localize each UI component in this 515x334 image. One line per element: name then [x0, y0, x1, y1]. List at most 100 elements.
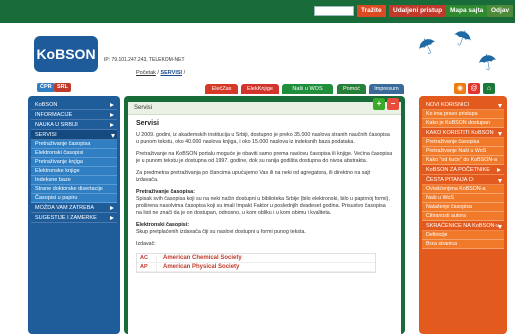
sidebar-subitem[interactable]: Časopisi u papiru [31, 194, 117, 203]
right-subitem[interactable]: Brza stranica [422, 240, 504, 249]
right-group-kako-koristiti[interactable]: KAKO KORISTITI KoBSON [422, 128, 504, 138]
publishers-table: AC American Chemical Society AP American… [136, 253, 376, 273]
right-subitem[interactable]: Pretraživanje časopisa [422, 138, 504, 147]
chevron-right-icon [110, 216, 114, 220]
sidebar-item-servisi[interactable]: SERVISI [31, 130, 117, 140]
right-group-label: ČESTA PITANJA O: [426, 177, 475, 183]
right-subitem[interactable]: Pretraživanje Naši u WoS [422, 147, 504, 156]
publisher-link[interactable]: American Chemical Society [157, 255, 242, 262]
tab-elec-journals[interactable]: ElečZas [205, 84, 238, 94]
mail-icon[interactable]: @ [468, 83, 480, 94]
table-row[interactable]: AC American Chemical Society [137, 254, 375, 263]
tab-nasi-u-wos[interactable]: Naši u WOS [282, 84, 333, 94]
right-subitem[interactable]: Naši u WoS [422, 194, 504, 203]
search-button[interactable]: Tražite [357, 5, 386, 17]
expand-button[interactable]: + [373, 98, 385, 110]
sidebar-item-label: INFORMACIJE [35, 112, 73, 118]
publisher-code: AC [137, 254, 157, 262]
sidebar-item-nauka[interactable]: NAUKA U SRBIJI [31, 120, 117, 130]
umbrella-icon: ☂ [475, 48, 500, 77]
table-row[interactable]: AP American Physical Society [137, 263, 375, 272]
sidebar-item-label: KoBSON [35, 102, 58, 108]
sidebar-subitem[interactable]: Elektronski časopisi [31, 149, 117, 158]
section-ejournals: Elektronski časopisi: Skup pretplaćenih i… [136, 222, 393, 236]
right-subitem[interactable]: Ko ima pravo pristupa [422, 110, 504, 119]
sidebar-item-label: SERVISI [35, 132, 57, 138]
breadcrumb: Početak / SERVISI / [136, 70, 185, 76]
sidebar-item-kobson[interactable]: KoBSON [31, 100, 117, 110]
site-map-button[interactable]: Mapa sajta [446, 5, 488, 17]
search-input[interactable] [314, 6, 354, 16]
sidebar-item-label: MOŽDA VAM ZATREBA [35, 205, 95, 211]
logout-button[interactable]: Odjav [487, 5, 514, 17]
breadcrumb-home[interactable]: Početak [136, 70, 156, 76]
chevron-right-icon [110, 113, 114, 117]
publisher-code: AP [137, 263, 157, 271]
paragraph: Pretraživanje na KoBSON portalu moguće j… [136, 151, 393, 164]
tab-impresum[interactable]: Impresum [369, 84, 404, 94]
chevron-down-icon [111, 134, 115, 138]
section-title: Pretraživanje časopisa: [136, 189, 195, 195]
right-subitem[interactable]: Kako je KoBSON dostupan [422, 119, 504, 128]
right-group-cesta-pitanja[interactable]: ČESTA PITANJA O: [422, 175, 504, 185]
panel-title: Servisi [134, 105, 153, 111]
page-title: Servisi [136, 120, 159, 127]
sidebar-subitem[interactable]: Pretraživanje knjiga [31, 158, 117, 167]
sidebar-item-mozda-vam-zatreba[interactable]: MOŽDA VAM ZATREBA [31, 203, 117, 213]
sidebar-subitem[interactable]: Elektronske knjige [31, 167, 117, 176]
publishers-label: Izdavač: [136, 241, 156, 247]
sidebar-item-informacije[interactable]: INFORMACIJE [31, 110, 117, 120]
right-group-skracenice[interactable]: SKRAĆENICE NA KoBSON-u [422, 221, 504, 231]
breadcrumb-current[interactable]: SERVISI [160, 70, 182, 76]
ip-address-text: IP: 79.101.247.243, TELEKOM-NET [104, 57, 185, 63]
paragraph: Spisak svih časopisa koji su na neki nač… [136, 196, 390, 216]
left-sidebar: KoBSON INFORMACIJE NAUKA U SRBIJI SERVIS… [28, 96, 120, 334]
right-subitem[interactable]: Kako "od kuće" do KoBSON-a [422, 156, 504, 165]
right-subitem[interactable]: Definicije [422, 231, 504, 240]
publisher-link[interactable]: American Physical Society [157, 264, 239, 271]
right-subitem[interactable]: Nalaženje časopisa [422, 203, 504, 212]
right-sidebar: NOVI KORISNICI Ko ima pravo pristupa Kak… [419, 96, 507, 334]
home-icon[interactable]: ⌂ [483, 83, 495, 94]
chevron-down-icon [498, 104, 502, 108]
sidebar-subitem[interactable]: Pretraživanje časopisa [31, 140, 117, 149]
rss-icon[interactable]: ◉ [454, 83, 466, 94]
paragraph: Za predmetna pretraživanja po člancima u… [136, 170, 370, 183]
chevron-right-icon [110, 103, 114, 107]
breadcrumb-separator: / [157, 70, 159, 76]
chevron-down-icon [498, 179, 502, 183]
right-subitem[interactable]: Ovlašćenjima KoBSON-a [422, 185, 504, 194]
chevron-down-icon [498, 225, 502, 229]
paragraph: Skup pretplaćenih izdavača čiji su naslo… [136, 229, 306, 235]
main-content: Servisi + − Servisi U 2009. godini, iz a… [128, 98, 401, 334]
sidebar-subitem[interactable]: Strane doktorske disertacije [31, 185, 117, 194]
breadcrumb-trail: / [183, 70, 186, 76]
kobson-logo[interactable]: KoBSON [34, 36, 98, 72]
chevron-right-icon [497, 168, 501, 172]
right-group-novi-korisnici[interactable]: NOVI KORISNICI [422, 100, 504, 110]
top-bar: Tražite Udaljeni pristup Mapa sajta Odja… [0, 0, 515, 23]
right-subitem[interactable]: Citiranosti autora [422, 212, 504, 221]
right-group-label: SKRAĆENICE NA KoBSON-u [426, 223, 500, 229]
remote-access-button[interactable]: Udaljeni pristup [389, 5, 447, 17]
tab-ebooks[interactable]: ElekKnjige [241, 84, 279, 94]
chevron-down-icon [498, 132, 502, 136]
paragraph: U 2009. godini, iz akademskih institucij… [136, 132, 390, 145]
chevron-right-icon [110, 123, 114, 127]
language-cyrillic[interactable]: ĆPR [37, 83, 55, 92]
tab-help[interactable]: Pomoć [337, 84, 366, 94]
main-panel: Servisi + − Servisi U 2009. godini, iz a… [124, 96, 405, 334]
panel-header: Servisi + − [128, 98, 401, 115]
sidebar-item-label: SUGESTIJE I ZAMERKE [35, 215, 97, 221]
sidebar-item-label: NAUKA U SRBIJI [35, 122, 78, 128]
right-group-za-pocetnike[interactable]: KoBSON ZA POČETNIKE [422, 165, 504, 175]
right-group-label: KoBSON ZA POČETNIKE [426, 167, 490, 173]
section-journal-search: Pretraživanje časopisa: Spisak svih časop… [136, 189, 393, 217]
sidebar-subitem[interactable]: Indeksne baze [31, 176, 117, 185]
collapse-button[interactable]: − [387, 98, 399, 110]
right-group-label: KAKO KORISTITI KoBSON [426, 130, 494, 136]
language-latin[interactable]: SRL [54, 83, 71, 92]
umbrella-icon: ☂ [413, 31, 442, 63]
umbrella-icon: ☂ [448, 23, 476, 54]
sidebar-item-sugestije[interactable]: SUGESTIJE I ZAMERKE [31, 213, 117, 223]
